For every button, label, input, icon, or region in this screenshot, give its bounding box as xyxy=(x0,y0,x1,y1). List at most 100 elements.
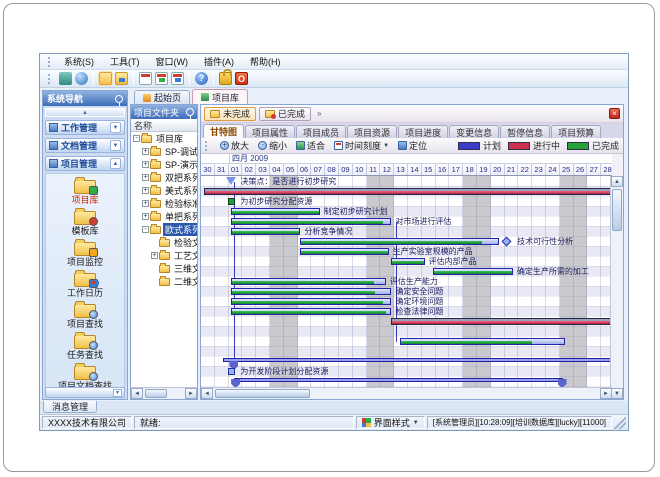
gantt-tab-变更信息[interactable]: 变更信息 xyxy=(449,125,499,138)
day-header-cell[interactable]: 06 xyxy=(298,164,312,176)
sidebar-item-任务查找[interactable]: 任务查找 xyxy=(46,331,124,360)
sidebar-collapsed-panel[interactable]: ▼ xyxy=(45,387,125,398)
day-header-cell[interactable]: 23 xyxy=(532,164,546,176)
tree-column-header[interactable]: 名称 xyxy=(131,119,197,132)
menu-item[interactable]: 系统(S) xyxy=(56,54,102,69)
day-header-cell[interactable]: 28 xyxy=(601,164,612,176)
expand-icon[interactable]: + xyxy=(142,148,149,155)
task-bar[interactable] xyxy=(231,298,391,305)
task-bar[interactable] xyxy=(231,218,391,225)
pin-icon[interactable] xyxy=(186,108,194,116)
scroll-right-icon[interactable]: ► xyxy=(600,388,612,399)
scroll-right-icon[interactable]: ► xyxy=(185,388,197,399)
completed-milestone-icon[interactable] xyxy=(228,198,235,205)
exit-icon[interactable] xyxy=(235,72,248,85)
day-header-cell[interactable]: 24 xyxy=(546,164,560,176)
expand-icon[interactable]: + xyxy=(142,174,149,181)
calendar-red-icon[interactable] xyxy=(139,72,152,85)
expand-icon[interactable]: + xyxy=(151,252,158,259)
tree-row[interactable]: +双把系列 xyxy=(131,171,197,184)
task-bar[interactable] xyxy=(231,278,386,285)
expand-icon[interactable]: + xyxy=(142,200,149,207)
menu-item[interactable]: 工具(T) xyxy=(102,54,148,69)
expand-icon[interactable]: + xyxy=(142,187,149,194)
chevron-icon[interactable]: ▼ xyxy=(110,122,121,133)
summary-bar-active[interactable] xyxy=(391,318,612,325)
sidebar-accordion-0[interactable]: 工作管理▼ xyxy=(45,120,125,135)
放大-button[interactable]: +放大 xyxy=(218,138,251,153)
tree-row[interactable]: +SP-调试机系 xyxy=(131,145,197,158)
缩小-button[interactable]: -缩小 xyxy=(256,138,289,153)
day-header-cell[interactable]: 07 xyxy=(311,164,325,176)
collapse-icon[interactable]: - xyxy=(133,135,140,142)
menu-item[interactable]: 插件(A) xyxy=(196,54,242,69)
tree-row[interactable]: 检验文件 xyxy=(131,236,197,249)
tree-row[interactable]: 二维文件 xyxy=(131,275,197,288)
day-header-cell[interactable]: 25 xyxy=(560,164,574,176)
sidebar-item-模板库[interactable]: 模板库 xyxy=(46,207,124,236)
doc-tab-起始页[interactable]: 起始页 xyxy=(134,90,190,104)
gantt-tab-项目预算[interactable]: 项目预算 xyxy=(551,125,601,138)
sidebar-collapse-button[interactable]: ▲ xyxy=(45,108,125,117)
day-header-cell[interactable]: 31 xyxy=(215,164,229,176)
task-bar[interactable] xyxy=(231,208,319,215)
day-header-cell[interactable]: 08 xyxy=(325,164,339,176)
calendar-blue-icon[interactable] xyxy=(171,72,184,85)
day-header-cell[interactable]: 13 xyxy=(394,164,408,176)
day-header-cell[interactable]: 03 xyxy=(256,164,270,176)
scroll-down-icon[interactable]: ▼ xyxy=(611,388,623,399)
summary-bar-plan[interactable] xyxy=(223,358,612,362)
tree-row[interactable]: +SP-演示机系 xyxy=(131,158,197,171)
适合-button[interactable]: 适合 xyxy=(294,138,327,153)
ui-style-button[interactable]: 界面样式 ▼ xyxy=(356,416,425,429)
decision-milestone-icon[interactable] xyxy=(226,177,236,185)
tree-row[interactable]: +美式系列 xyxy=(131,184,197,197)
day-header-cell[interactable]: 12 xyxy=(380,164,394,176)
resize-grip[interactable] xyxy=(614,416,626,429)
时间刻度-button[interactable]: 时间刻度▼ xyxy=(332,138,391,153)
gantt-tab-项目资源[interactable]: 项目资源 xyxy=(347,125,397,138)
collapse-icon[interactable]: - xyxy=(142,226,149,233)
task-bar[interactable] xyxy=(231,308,391,315)
day-header-cell[interactable]: 17 xyxy=(449,164,463,176)
day-header-cell[interactable]: 18 xyxy=(463,164,477,176)
tree-hscrollbar[interactable]: ◄ ► xyxy=(131,387,197,399)
day-header-cell[interactable]: 01 xyxy=(229,164,243,176)
close-panel-button[interactable]: × xyxy=(609,108,620,119)
summary-bar-plan[interactable] xyxy=(234,378,562,382)
expand-icon[interactable]: + xyxy=(142,161,149,168)
folder-chart-icon[interactable] xyxy=(115,72,128,85)
day-header-cell[interactable]: 19 xyxy=(477,164,491,176)
day-header-cell[interactable]: 09 xyxy=(339,164,353,176)
planned-milestone-icon[interactable] xyxy=(228,368,235,375)
gantt-tab-项目进度[interactable]: 项目进度 xyxy=(398,125,448,138)
chevron-icon[interactable]: ▼ xyxy=(110,140,121,151)
network-icon[interactable] xyxy=(59,72,72,85)
gantt-tab-甘特图[interactable]: 甘特图 xyxy=(203,124,244,138)
task-bar[interactable] xyxy=(400,338,566,345)
doc-tab-项目库[interactable]: 项目库 xyxy=(192,89,248,104)
day-header-cell[interactable]: 10 xyxy=(353,164,367,176)
scroll-thumb[interactable] xyxy=(145,389,167,398)
gantt-chart[interactable]: 决策点：是否进行初步研究为初步研究分配资源制定初步研究计划对市场进行评估分析竞争… xyxy=(201,176,612,389)
tree-row[interactable]: -欧式系列 xyxy=(131,223,197,236)
filter-button-已完成[interactable]: 已完成 xyxy=(259,107,311,121)
sidebar-item-工作日历[interactable]: 工作日历 xyxy=(46,269,124,298)
chevron-icon[interactable]: ▲ xyxy=(110,158,121,169)
gantt-tab-项目属性[interactable]: 项目属性 xyxy=(245,125,295,138)
globe-icon[interactable] xyxy=(75,72,88,85)
day-header-cell[interactable]: 02 xyxy=(242,164,256,176)
task-bar[interactable] xyxy=(300,248,388,255)
day-header-cell[interactable]: 30 xyxy=(201,164,215,176)
sidebar-accordion-2[interactable]: 项目管理▲ xyxy=(45,156,125,171)
task-bar[interactable] xyxy=(231,288,391,295)
sidebar-accordion-1[interactable]: 文档管理▼ xyxy=(45,138,125,153)
task-bar[interactable] xyxy=(433,268,513,275)
day-header-cell[interactable]: 16 xyxy=(436,164,450,176)
filter-button-未完成[interactable]: 未完成 xyxy=(204,107,256,121)
day-header-cell[interactable]: 04 xyxy=(270,164,284,176)
day-header-cell[interactable]: 14 xyxy=(408,164,422,176)
day-header-cell[interactable]: 22 xyxy=(518,164,532,176)
day-header-cell[interactable]: 15 xyxy=(422,164,436,176)
scroll-thumb[interactable] xyxy=(215,389,310,398)
